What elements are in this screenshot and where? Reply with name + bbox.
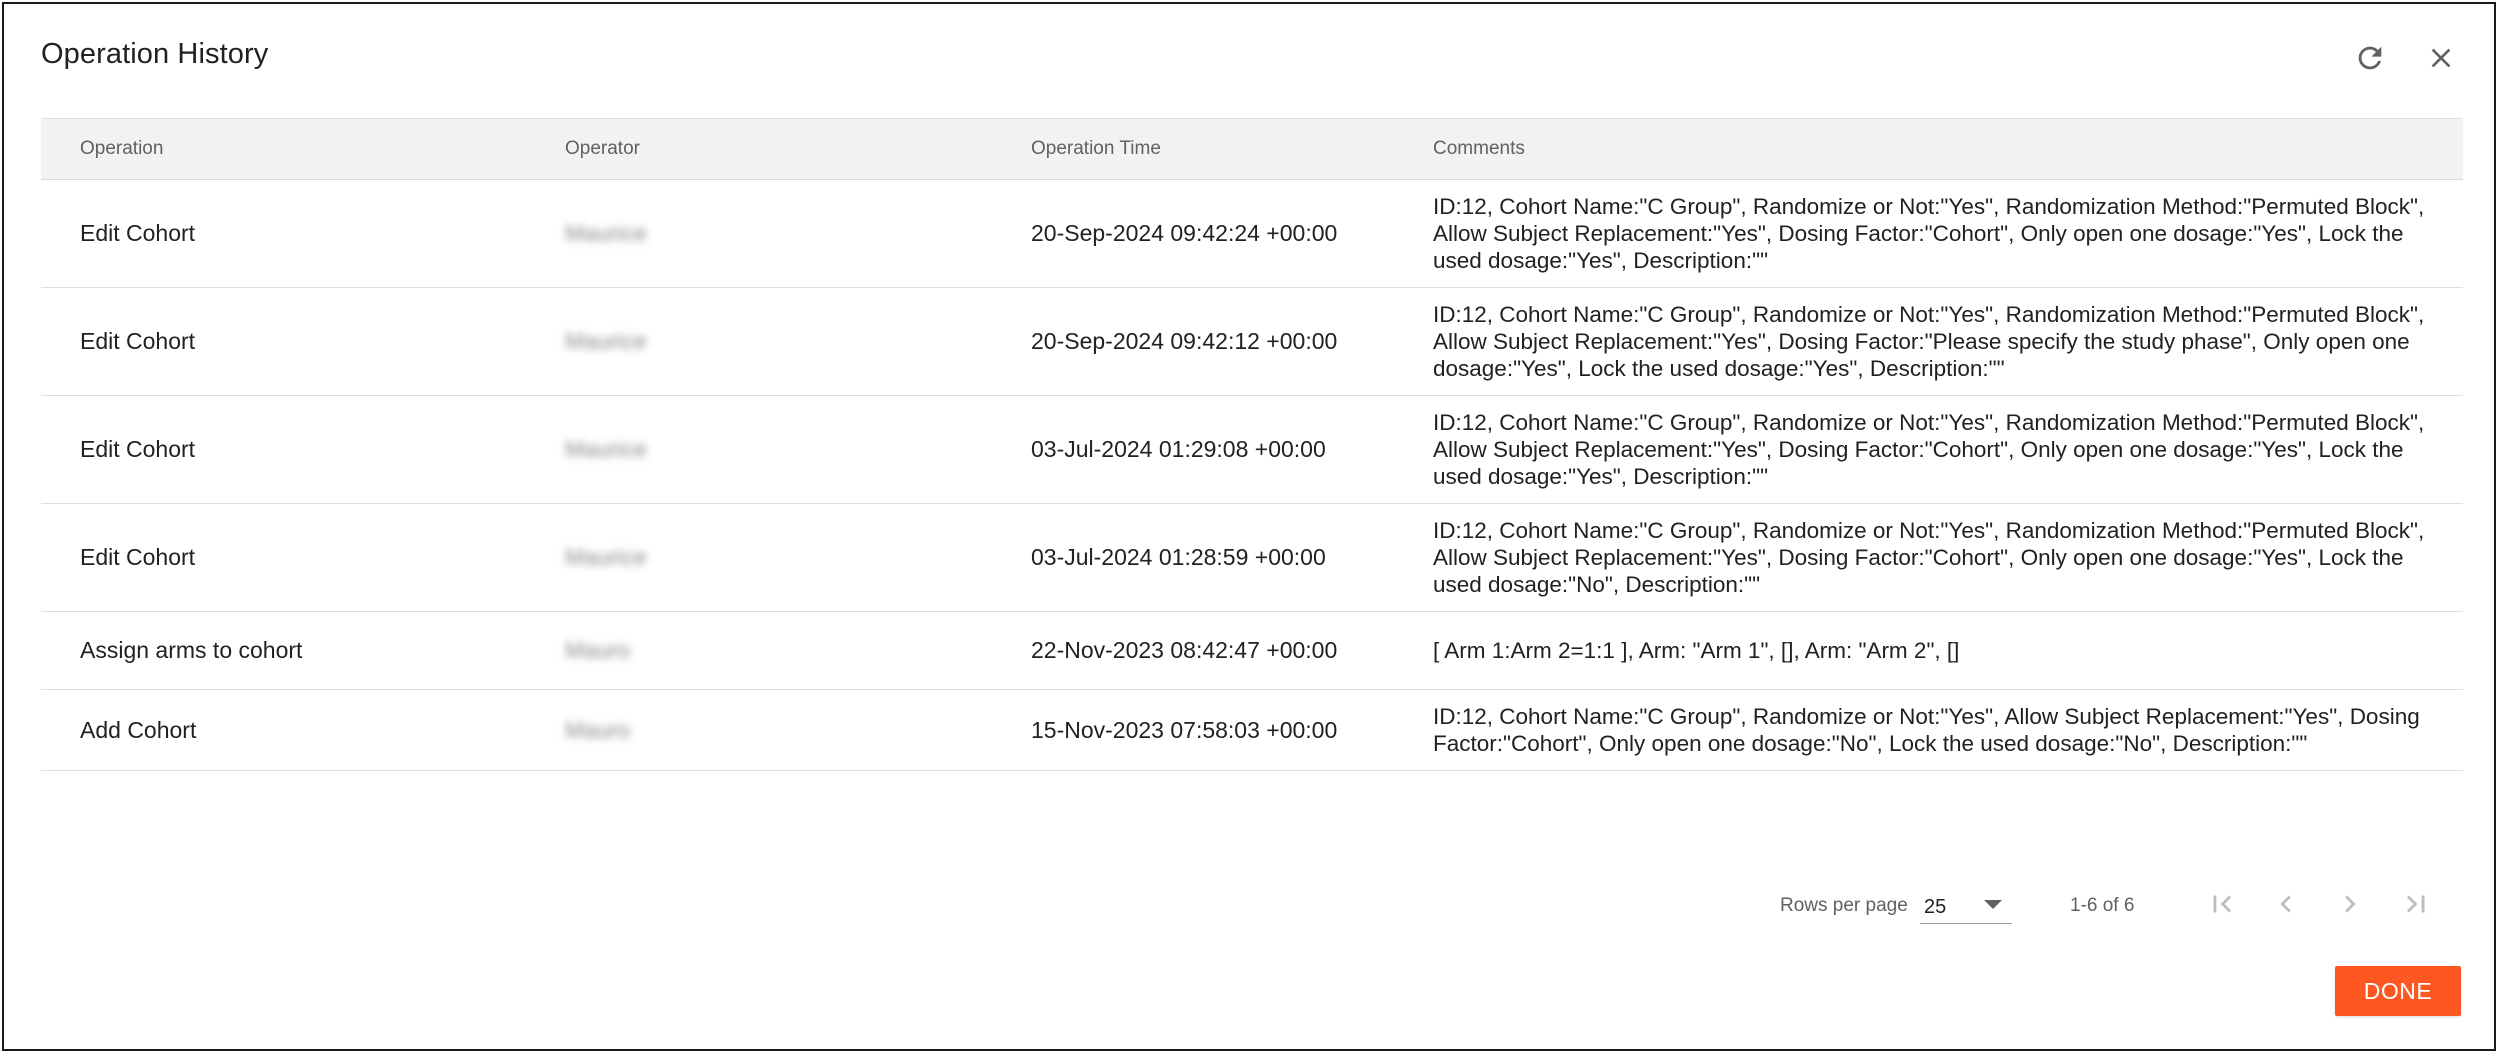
operation-time-cell: 22-Nov-2023 08:42:47 +00:00 [1031, 637, 1338, 663]
operation-cell: Edit Cohort [80, 220, 196, 246]
operation-time-cell: 03-Jul-2024 01:29:08 +00:00 [1031, 436, 1326, 462]
done-button[interactable]: DONE [2335, 966, 2461, 1016]
rows-per-page-value: 25 [1924, 896, 1947, 918]
header-operation: Operation [80, 138, 164, 159]
operation-time-cell: 20-Sep-2024 09:42:24 +00:00 [1031, 220, 1338, 246]
comments-cell: ID:12, Cohort Name:"C Group", Randomize … [1433, 704, 2420, 756]
refresh-button[interactable] [2346, 36, 2394, 84]
header-operation-time: Operation Time [1031, 138, 1161, 159]
chevron-right-icon [2333, 887, 2367, 926]
close-button[interactable] [2417, 36, 2465, 84]
operation-cell: Edit Cohort [80, 544, 196, 570]
last-page-icon [2399, 887, 2433, 926]
operation-time-cell: 20-Sep-2024 09:42:12 +00:00 [1031, 328, 1338, 354]
operation-cell: Edit Cohort [80, 328, 196, 354]
first-page-icon [2205, 887, 2239, 926]
operation-cell: Add Cohort [80, 716, 197, 743]
table-row: Edit Cohort Maurice 20-Sep-2024 09:42:12… [41, 288, 2463, 396]
operation-time-cell: 15-Nov-2023 07:58:03 +00:00 [1031, 716, 1338, 743]
header-comments: Comments [1433, 138, 1525, 159]
comments-cell: ID:12, Cohort Name:"C Group", Randomize … [1433, 410, 2425, 489]
close-icon [2425, 42, 2457, 79]
operator-cell: Maurice [565, 544, 647, 570]
first-page-button[interactable] [2200, 884, 2244, 928]
header-operator: Operator [565, 138, 640, 159]
table-row: Edit Cohort Maurice 20-Sep-2024 09:42:24… [41, 180, 2463, 288]
previous-page-button[interactable] [2264, 884, 2308, 928]
pagination-range: 1-6 of 6 [2070, 895, 2135, 916]
table-row: Edit Cohort Maurice 03-Jul-2024 01:28:59… [41, 504, 2463, 612]
operation-history-table: Operation Operator Operation Time Commen… [41, 118, 2463, 771]
comments-cell: ID:12, Cohort Name:"C Group", Randomize … [1433, 302, 2425, 381]
last-page-button[interactable] [2394, 884, 2438, 928]
chevron-left-icon [2269, 887, 2303, 926]
comments-cell: ID:12, Cohort Name:"C Group", Randomize … [1433, 194, 2425, 273]
caret-down-icon [1984, 900, 2002, 909]
table-row: Add Cohort Mauro 15-Nov-2023 07:58:03 +0… [41, 690, 2463, 771]
operation-cell: Assign arms to cohort [80, 637, 303, 663]
operation-history-dialog: Operation History Operation Operator Ope… [2, 2, 2496, 1051]
operation-time-cell: 03-Jul-2024 01:28:59 +00:00 [1031, 544, 1326, 570]
comments-cell: ID:12, Cohort Name:"C Group", Randomize … [1433, 518, 2425, 597]
operator-cell: Mauro [565, 637, 631, 663]
operator-cell: Maurice [565, 220, 647, 246]
operation-cell: Edit Cohort [80, 436, 196, 462]
operator-cell: Mauro [565, 716, 631, 743]
operator-cell: Maurice [565, 328, 647, 354]
table-header: Operation Operator Operation Time Commen… [41, 118, 2463, 180]
dialog-title: Operation History [41, 38, 269, 70]
refresh-icon [2353, 41, 2387, 80]
next-page-button[interactable] [2328, 884, 2372, 928]
operator-cell: Maurice [565, 436, 647, 462]
table-row: Edit Cohort Maurice 03-Jul-2024 01:29:08… [41, 396, 2463, 504]
comments-cell: [ Arm 1:Arm 2=1:1 ], Arm: "Arm 1", [], A… [1433, 638, 1960, 663]
rows-per-page-label: Rows per page [1780, 895, 1908, 916]
table-row: Assign arms to cohort Mauro 22-Nov-2023 … [41, 612, 2463, 690]
rows-per-page-select[interactable]: 25 [1920, 887, 2012, 924]
